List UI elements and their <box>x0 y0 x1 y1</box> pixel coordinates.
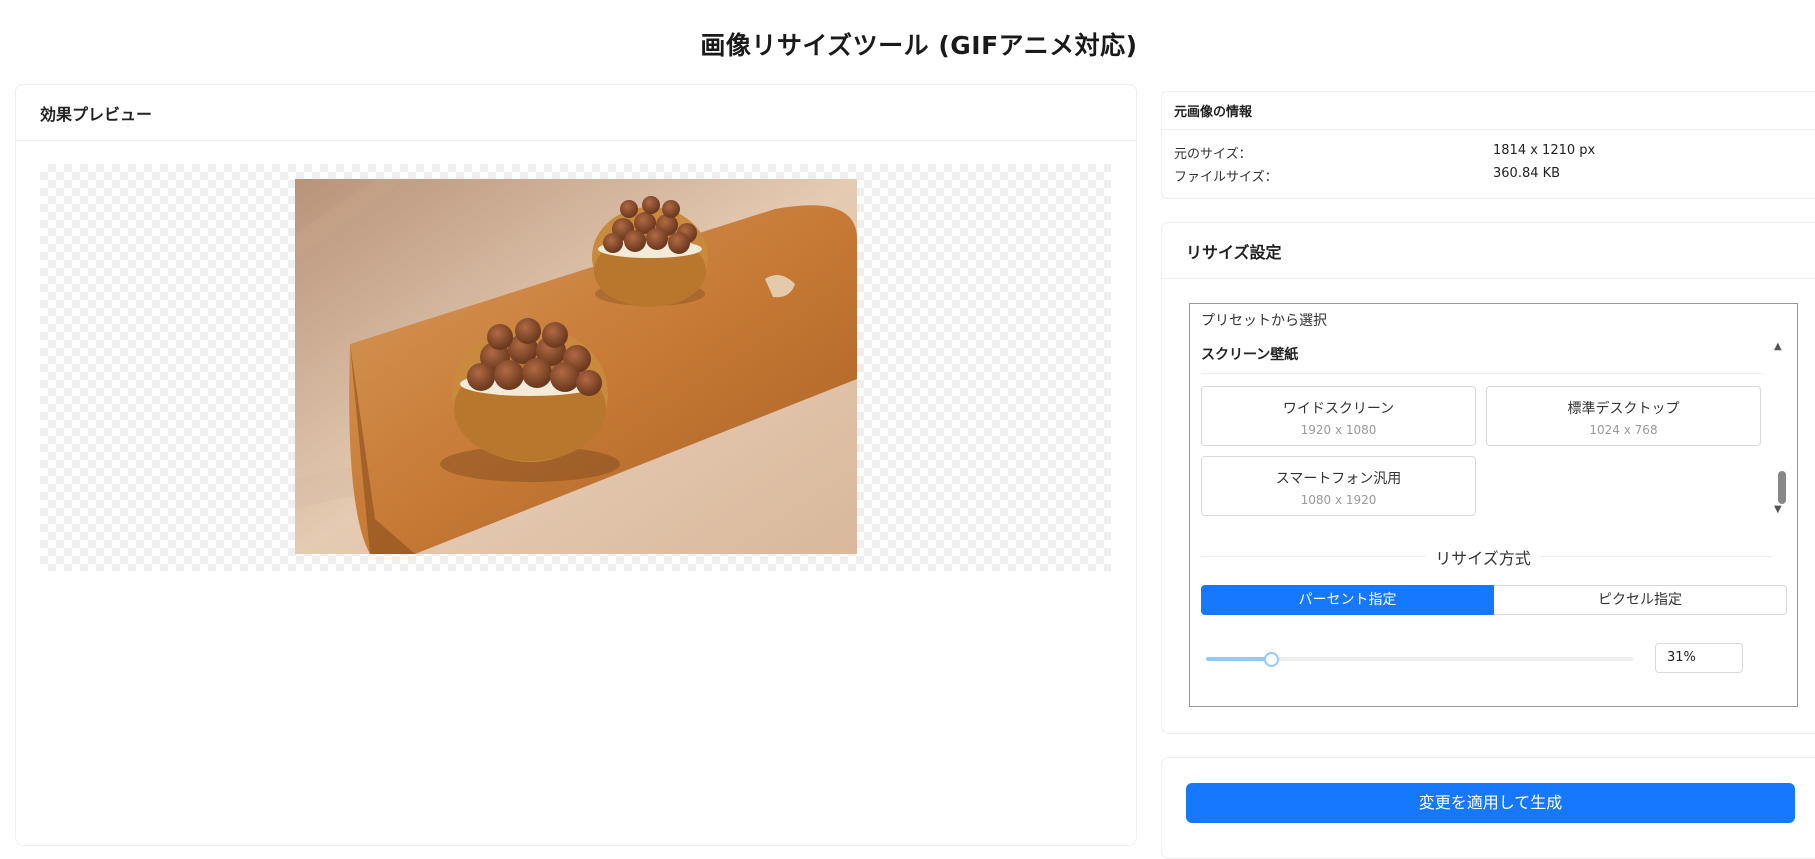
size-label: 元のサイズ： <box>1174 147 1252 162</box>
filesize-value: 360.84 KB <box>1493 166 1561 181</box>
preset-name: ワイドスクリーン <box>1282 401 1395 417</box>
method-pixel-button[interactable]: ピクセル指定 <box>1494 585 1787 615</box>
triangle-up-icon[interactable]: ▲ <box>1774 341 1782 352</box>
generate-card: 変更を適用して生成 <box>1161 757 1815 859</box>
divider <box>1540 556 1772 557</box>
preview-image <box>295 179 857 554</box>
method-percent-button[interactable]: パーセント指定 <box>1201 585 1494 615</box>
preview-title: 効果プレビュー <box>16 85 1136 141</box>
preset-label: プリセットから選択 <box>1201 313 1327 329</box>
generate-button[interactable]: 変更を適用して生成 <box>1186 783 1795 823</box>
preset-dimensions: 1080 x 1920 <box>1300 493 1377 507</box>
slider-handle[interactable] <box>1264 652 1279 667</box>
preview-card: 効果プレビュー <box>15 84 1137 846</box>
preset-dimensions: 1920 x 1080 <box>1300 423 1377 437</box>
preset-dimensions: 1024 x 768 <box>1589 423 1658 437</box>
divider <box>1201 556 1426 557</box>
size-value: 1814 x 1210 px <box>1493 143 1596 158</box>
info-title: 元画像の情報 <box>1162 92 1815 130</box>
resize-scroll-box[interactable]: プリセットから選択 スクリーン壁紙 ワイドスクリーン 1920 x 1080 標… <box>1189 303 1798 707</box>
preset-name: 標準デスクトップ <box>1567 401 1680 417</box>
preset-button-standard-desktop[interactable]: 標準デスクトップ 1024 x 768 <box>1486 386 1761 446</box>
preset-name: スマートフォン汎用 <box>1275 471 1402 487</box>
preset-button-smartphone[interactable]: スマートフォン汎用 1080 x 1920 <box>1201 456 1476 516</box>
page-title: 画像リサイズツール (GIFアニメ対応) <box>700 31 1138 60</box>
scrollbar-thumb[interactable] <box>1778 471 1786 504</box>
resize-title: リサイズ設定 <box>1162 223 1815 279</box>
percent-input[interactable]: 31% <box>1655 643 1743 673</box>
resize-method-title: リサイズ方式 <box>1435 549 1531 568</box>
divider <box>1201 373 1764 374</box>
preset-button-widescreen[interactable]: ワイドスクリーン 1920 x 1080 <box>1201 386 1476 446</box>
preview-checkerboard <box>40 164 1111 571</box>
triangle-down-icon[interactable]: ▼ <box>1774 504 1782 515</box>
slider-track <box>1206 657 1271 661</box>
preset-group-title: スクリーン壁紙 <box>1201 347 1299 363</box>
info-card: 元画像の情報 元のサイズ： 1814 x 1210 px ファイルサイズ： 36… <box>1161 91 1815 199</box>
filesize-label: ファイルサイズ： <box>1174 170 1278 185</box>
resize-card: リサイズ設定 プリセットから選択 スクリーン壁紙 ワイドスクリーン 1920 x… <box>1161 222 1815 734</box>
